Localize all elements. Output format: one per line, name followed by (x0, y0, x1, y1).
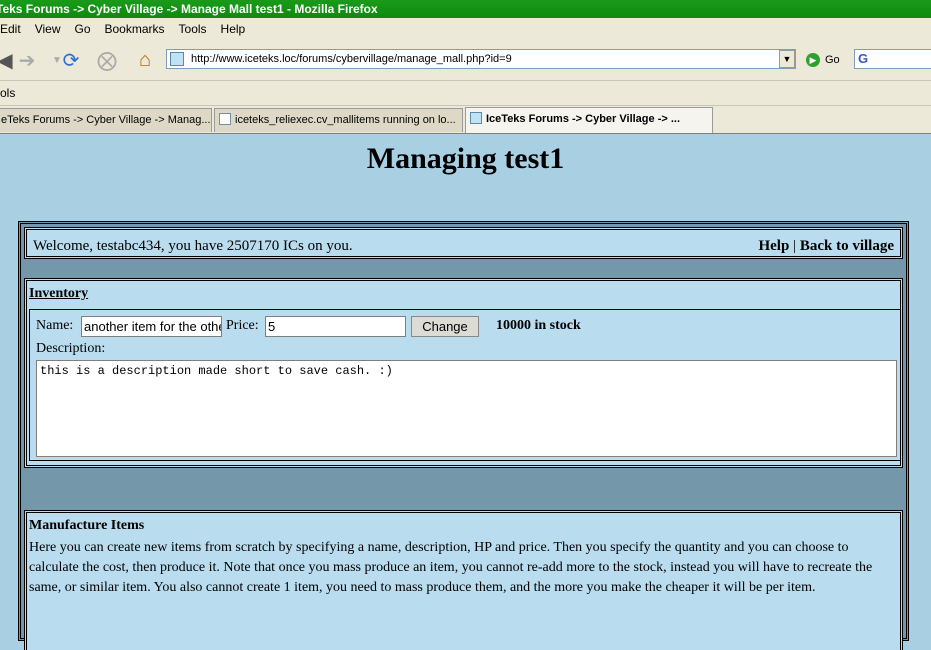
search-box[interactable]: G (854, 49, 931, 69)
window-title-bar: Teks Forums -> Cyber Village -> Manage M… (0, 0, 931, 18)
url-text: http://www.iceteks.loc/forums/cybervilla… (191, 53, 512, 65)
menu-tools[interactable]: Tools (179, 18, 207, 40)
item-name-input[interactable]: another item for the othe (81, 316, 222, 337)
bookmarks-tools-label[interactable]: ols (0, 86, 15, 100)
inventory-panel: Inventory Name: another item for the oth… (24, 278, 903, 468)
mall-management-table: Welcome, testabc434, you have 2507170 IC… (18, 221, 909, 650)
tab-label: iceteks_reliexec.cv_mallitems running on… (235, 114, 456, 126)
stock-count: 10000 in stock (496, 318, 581, 333)
header-links: Help | Back to village (758, 238, 894, 255)
manufacture-description: Here you can create new items from scrat… (29, 540, 873, 595)
site-favicon-icon (470, 112, 482, 124)
welcome-panel: Welcome, testabc434, you have 2507170 IC… (24, 227, 903, 259)
home-icon[interactable]: ⌂ (130, 46, 160, 74)
google-search-icon: G (858, 51, 869, 66)
link-separator: | (793, 238, 797, 254)
change-button[interactable]: Change (411, 316, 479, 337)
menu-help[interactable]: Help (221, 18, 246, 40)
name-label: Name: (36, 318, 74, 333)
tab-label: IceTeks Forums -> Cyber Village -> ... (486, 113, 681, 125)
inventory-title-link[interactable]: Inventory (29, 286, 88, 302)
menu-view[interactable]: View (35, 18, 61, 40)
welcome-text: Welcome, testabc434, you have 2507170 IC… (33, 238, 353, 254)
tab-mallitems-query[interactable]: iceteks_reliexec.cv_mallitems running on… (214, 108, 463, 132)
window-title: Teks Forums -> Cyber Village -> Manage M… (0, 2, 378, 16)
page-icon (219, 113, 231, 125)
url-dropdown-icon[interactable]: ▼ (779, 50, 795, 68)
menu-go[interactable]: Go (74, 18, 90, 40)
go-button[interactable]: ▶ Go (806, 50, 840, 70)
tab-cyber-village-manage[interactable]: eTeks Forums -> Cyber Village -> Manag..… (0, 108, 212, 132)
go-arrow-icon: ▶ (806, 53, 820, 67)
url-bar[interactable]: http://www.iceteks.loc/forums/cybervilla… (166, 49, 796, 69)
price-label: Price: (226, 318, 259, 333)
bookmarks-toolbar: ols (0, 81, 931, 106)
page-title: Managing test1 (366, 142, 565, 175)
forward-arrow-icon[interactable]: ➔ (12, 46, 42, 74)
item-price-input[interactable]: 5 (265, 316, 406, 337)
back-to-village-link[interactable]: Back to village (800, 238, 894, 254)
reload-icon[interactable]: ⟳ (56, 46, 86, 74)
item-description-textarea[interactable]: this is a description made short to save… (36, 360, 897, 457)
tab-cyber-village-active[interactable]: IceTeks Forums -> Cyber Village -> ... (465, 107, 713, 133)
stop-icon[interactable]: ⨂ (92, 46, 122, 74)
description-label: Description: (36, 341, 106, 356)
site-favicon-icon (170, 52, 184, 66)
tab-label: eTeks Forums -> Cyber Village -> Manag..… (1, 114, 211, 126)
inventory-item: Name: another item for the othe Price: 5… (29, 309, 901, 461)
manufacture-panel: Manufacture Items Here you can create ne… (24, 510, 903, 650)
help-link[interactable]: Help (758, 238, 789, 254)
menu-bar: Edit View Go Bookmarks Tools Help (0, 18, 931, 40)
menu-edit[interactable]: Edit (0, 18, 21, 40)
go-label: Go (825, 54, 840, 66)
tab-bar: eTeks Forums -> Cyber Village -> Manag..… (0, 106, 931, 134)
manufacture-title: Manufacture Items (29, 518, 145, 533)
menu-bookmarks[interactable]: Bookmarks (105, 18, 165, 40)
page-content: Managing test1 Welcome, testabc434, you … (0, 134, 931, 650)
